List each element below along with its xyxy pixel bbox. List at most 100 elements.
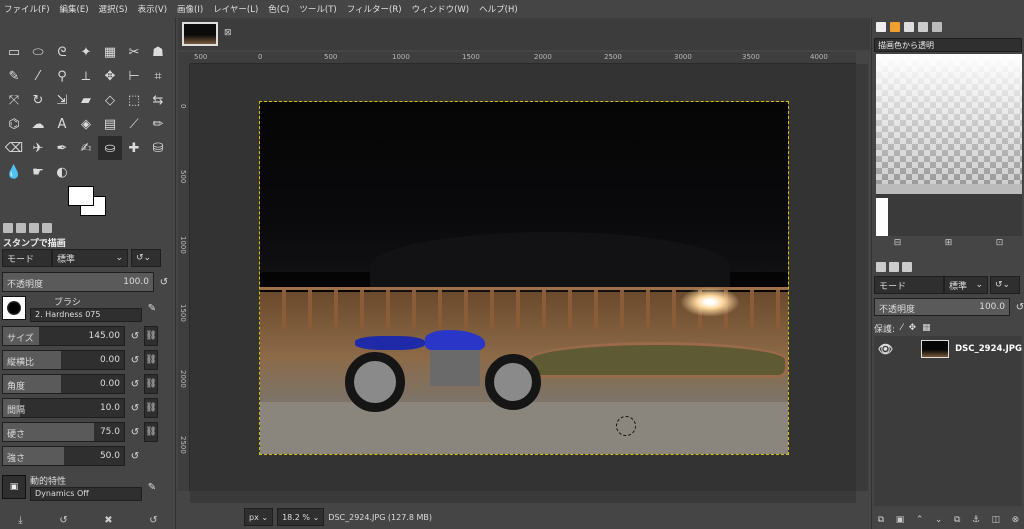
angle-slider[interactable]: 角度 0.00 — [2, 374, 125, 394]
vertical-scrollbar[interactable] — [856, 64, 868, 491]
brushes-tab-icon[interactable] — [876, 22, 886, 32]
crop-icon[interactable]: ⌗ — [146, 64, 170, 88]
mode-select[interactable]: 標準 ⌄ — [52, 249, 128, 267]
gradients-tab-icon[interactable] — [932, 22, 942, 32]
clone-icon[interactable]: ⛀ — [98, 136, 122, 160]
aspect-link-icon[interactable]: ⛓ — [144, 350, 158, 370]
zoom-icon[interactable]: ⚲ — [50, 64, 74, 88]
perspective-icon[interactable]: ◇ — [98, 88, 122, 112]
menu-select[interactable]: 選択(S) — [99, 3, 128, 15]
vertical-ruler[interactable]: 0 500 1000 1500 2000 2500 — [178, 64, 190, 491]
rotate-icon[interactable]: ↻ — [26, 88, 50, 112]
lower-layer-icon[interactable]: ⌄ — [935, 515, 943, 525]
opacity-slider[interactable]: 不透明度 100.0 — [2, 272, 154, 292]
flip-icon[interactable]: ⇆ — [146, 88, 170, 112]
menu-layer[interactable]: レイヤー(L) — [213, 3, 258, 15]
unified-transform-icon[interactable]: ⤧ — [2, 88, 26, 112]
gradient-stops-bar[interactable] — [876, 184, 1022, 194]
image-canvas[interactable] — [190, 64, 856, 491]
layer-mode-reset-icon[interactable]: ↺⌄ — [990, 276, 1020, 294]
fonts-tab-icon[interactable] — [904, 22, 914, 32]
size-link-icon[interactable]: ⛓ — [144, 326, 158, 346]
airbrush-icon[interactable]: ✈ — [26, 136, 50, 160]
menu-image[interactable]: 画像(I) — [177, 3, 203, 15]
layers-tab-icon[interactable] — [876, 262, 886, 272]
layer-mode-select[interactable]: 標準 ⌄ — [944, 276, 988, 294]
hardness-slider[interactable]: 硬さ 75.0 — [2, 422, 125, 442]
blur-sharpen-icon[interactable]: 💧 — [2, 160, 26, 184]
by-color-select-icon[interactable]: ▦ — [98, 40, 122, 64]
ink-icon[interactable]: ✒ — [50, 136, 74, 160]
aspect-slider[interactable]: 縦横比 0.00 — [2, 350, 125, 370]
mask-icon[interactable]: ◫ — [992, 515, 1001, 525]
move-icon[interactable]: ✥ — [98, 64, 122, 88]
raise-layer-icon[interactable]: ⌃ — [916, 515, 924, 525]
tool-options-tab-icon[interactable] — [3, 223, 13, 233]
delete-layer-icon[interactable]: ⊗ — [1012, 515, 1020, 525]
reset-options-icon[interactable]: ↺ — [149, 515, 157, 526]
horizontal-scrollbar[interactable] — [190, 491, 856, 503]
new-group-icon[interactable]: ▣ — [896, 515, 905, 525]
unit-select[interactable]: px ⌄ — [244, 508, 274, 526]
mode-reset-icon[interactable]: ↺⌄ — [131, 249, 161, 267]
dynamics-icon[interactable]: ▣ — [2, 475, 26, 499]
text-icon[interactable]: A — [50, 112, 74, 136]
gradient-swatch[interactable] — [876, 198, 888, 236]
lock-pixels-icon[interactable]: ⁄ — [901, 323, 903, 333]
images-tab-icon[interactable] — [42, 223, 52, 233]
brush-name-field[interactable]: 2. Hardness 075 — [30, 307, 142, 322]
image-tab-thumbnail[interactable] — [182, 22, 218, 46]
pencil-icon[interactable]: ✏ — [146, 112, 170, 136]
fuzzy-select-icon[interactable]: ✦ — [74, 40, 98, 64]
spacing-link-icon[interactable]: ⛓ — [144, 398, 158, 418]
channels-tab-icon[interactable] — [889, 262, 899, 272]
mypaint-brush-icon[interactable]: ✍ — [74, 136, 98, 160]
horizontal-ruler[interactable]: 500 0 500 1000 1500 2000 2500 3000 3500 … — [190, 52, 856, 64]
warp-transform-icon[interactable]: ☁ — [26, 112, 50, 136]
paths-tab-icon[interactable] — [902, 262, 912, 272]
menu-filters[interactable]: フィルター(R) — [347, 3, 402, 15]
aspect-reset-icon[interactable]: ↺ — [128, 350, 142, 370]
zoom-select[interactable]: 18.2 % ⌄ — [277, 508, 325, 526]
gradient-preview[interactable] — [876, 54, 1022, 184]
paths-icon[interactable]: ✎ — [2, 64, 26, 88]
size-reset-icon[interactable]: ↺ — [128, 326, 142, 346]
gradient-list[interactable] — [876, 194, 1022, 236]
smudge-icon[interactable]: ☛ — [26, 160, 50, 184]
dynamics-field[interactable]: Dynamics Off — [30, 486, 142, 501]
menu-file[interactable]: ファイル(F) — [4, 3, 50, 15]
anchor-layer-icon[interactable]: ⚓ — [972, 515, 980, 525]
measure-icon[interactable]: ⟂ — [74, 64, 98, 88]
scissors-select-icon[interactable]: ✂ — [122, 40, 146, 64]
paintbrush-icon[interactable]: ⟋ — [122, 112, 146, 136]
menu-help[interactable]: ヘルプ(H) — [479, 3, 518, 15]
eraser-icon[interactable]: ⌫ — [2, 136, 26, 160]
3d-transform-icon[interactable]: ⬚ — [122, 88, 146, 112]
opacity-reset-icon[interactable]: ↺ — [157, 272, 171, 292]
force-reset-icon[interactable]: ↺ — [128, 446, 142, 466]
layer-opacity-slider[interactable]: 不透明度 100.0 — [874, 298, 1010, 316]
gradient-icon[interactable]: ▤ — [98, 112, 122, 136]
foreground-color-swatch[interactable] — [68, 186, 94, 206]
duplicate-layer-icon[interactable]: ⧉ — [954, 515, 960, 525]
zoom-in-icon[interactable]: ⊞ — [945, 238, 953, 248]
angle-link-icon[interactable]: ⛓ — [144, 374, 158, 394]
menu-edit[interactable]: 編集(E) — [60, 3, 89, 15]
rect-select-icon[interactable]: ▭ — [2, 40, 26, 64]
spacing-slider[interactable]: 間隔 10.0 — [2, 398, 125, 418]
ellipse-select-icon[interactable]: ⬭ — [26, 40, 50, 64]
zoom-all-icon[interactable]: ⊡ — [996, 238, 1004, 248]
ruler-corner[interactable] — [178, 52, 190, 64]
lock-position-icon[interactable]: ✥ — [909, 323, 917, 333]
layer-list[interactable] — [874, 336, 1022, 506]
lock-alpha-icon[interactable]: ▦ — [922, 323, 931, 333]
layer-name[interactable]: DSC_2924.JPG — [955, 344, 1022, 354]
delete-options-icon[interactable]: ✖ — [104, 515, 112, 526]
new-layer-icon[interactable]: ⧉ — [878, 515, 884, 525]
layer-item[interactable]: 👁 DSC_2924.JPG — [874, 338, 1022, 360]
restore-options-icon[interactable]: ↺ — [59, 515, 67, 526]
zoom-out-icon[interactable]: ⊟ — [894, 238, 902, 248]
layer-opacity-reset-icon[interactable]: ↺ — [1013, 297, 1024, 317]
brush-preview[interactable] — [2, 296, 26, 320]
heal-icon[interactable]: ✚ — [122, 136, 146, 160]
